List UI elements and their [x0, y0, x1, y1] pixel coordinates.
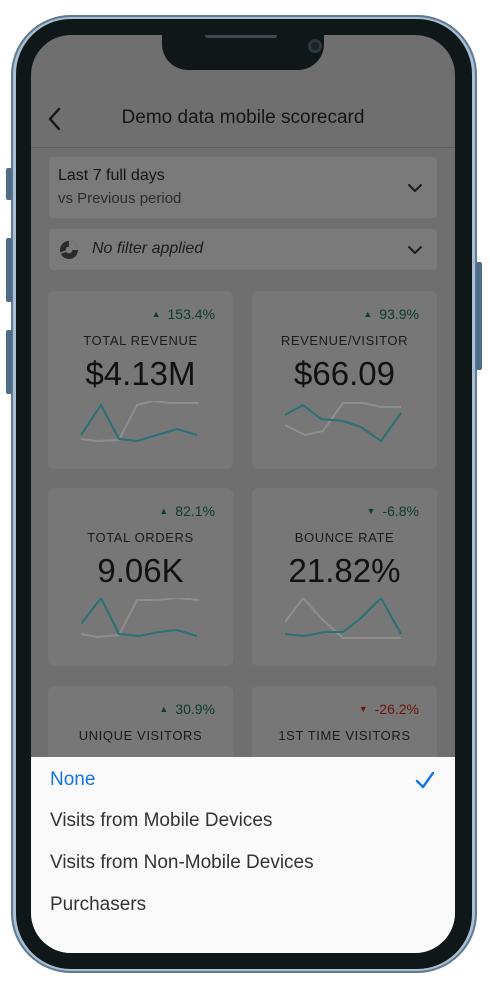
sparkline	[285, 402, 402, 443]
arrow-down-icon: ▼	[366, 506, 376, 516]
metric-card-revenue-per-visitor[interactable]: ▲ 93.9% REVENUE/VISITOR $66.09	[252, 291, 437, 469]
arrow-down-icon: ▼	[358, 704, 368, 714]
arrow-up-icon: ▲	[159, 506, 169, 516]
side-button-silent	[6, 168, 12, 200]
checkmark-icon	[415, 771, 435, 789]
arrow-up-icon: ▲	[363, 309, 373, 319]
metric-delta: ▼ -26.2%	[359, 701, 419, 717]
segment-filter-dropdown[interactable]: No filter applied	[49, 229, 437, 270]
sparkline	[81, 598, 200, 639]
metric-value: $66.09	[294, 355, 395, 392]
segment-option-purchasers[interactable]: Purchasers	[50, 894, 146, 916]
metric-delta: ▲ 153.4%	[152, 306, 215, 322]
segment-filter-label: No filter applied	[92, 240, 204, 257]
metric-label: UNIQUE VISITORS	[78, 728, 203, 743]
app-screen: Demo data mobile scorecard Last 7 full d…	[31, 35, 455, 953]
side-button-power	[476, 262, 482, 370]
metric-label: TOTAL ORDERS	[87, 530, 194, 545]
date-range-label: Last 7 full days	[58, 167, 165, 184]
metric-delta-value: 30.9%	[175, 701, 215, 717]
arrow-up-icon: ▲	[151, 309, 161, 319]
metric-label: 1ST TIME VISITORS	[278, 728, 411, 743]
metric-delta: ▲ 93.9%	[363, 306, 419, 322]
date-range-dropdown[interactable]: Last 7 full days vs Previous period	[49, 157, 437, 218]
metric-label: TOTAL REVENUE	[83, 333, 198, 348]
app-header: Demo data mobile scorecard	[31, 95, 455, 148]
arrow-up-icon: ▲	[159, 704, 169, 714]
metric-value: 9.06K	[97, 552, 184, 589]
metric-delta-value: 153.4%	[167, 306, 215, 322]
metric-value: $4.13M	[85, 355, 196, 392]
chevron-down-icon	[408, 246, 422, 254]
camera	[308, 39, 322, 53]
metric-value: 21.82%	[288, 552, 401, 589]
segment-picker-sheet: None Visits from Mobile Devices Visits f…	[31, 757, 455, 953]
notch	[162, 35, 324, 70]
comparison-label: vs Previous period	[58, 190, 182, 207]
side-button-volume-up	[6, 238, 12, 302]
chevron-down-icon	[408, 184, 422, 192]
metric-delta: ▲ 30.9%	[159, 701, 215, 717]
metric-delta-value: 93.9%	[379, 306, 419, 322]
sparkline	[285, 598, 402, 639]
segment-icon	[60, 241, 78, 259]
page-title: Demo data mobile scorecard	[121, 107, 365, 128]
metric-delta: ▲ 82.1%	[159, 503, 215, 519]
metric-delta-value: -26.2%	[374, 701, 419, 717]
metric-label: BOUNCE RATE	[294, 530, 395, 545]
segment-option-mobile-devices[interactable]: Visits from Mobile Devices	[50, 810, 272, 832]
speaker	[205, 35, 277, 38]
segment-option-none[interactable]: None	[50, 769, 95, 791]
segment-option-non-mobile-devices[interactable]: Visits from Non-Mobile Devices	[50, 852, 314, 874]
metric-card-total-revenue[interactable]: ▲ 153.4% TOTAL REVENUE $4.13M	[48, 291, 233, 469]
metric-delta-value: -6.8%	[382, 503, 419, 519]
metric-card-bounce-rate[interactable]: ▼ -6.8% BOUNCE RATE 21.82%	[252, 488, 437, 666]
metric-delta: ▼ -6.8%	[367, 503, 420, 519]
metric-label: REVENUE/VISITOR	[280, 333, 409, 348]
sparkline	[81, 401, 199, 443]
side-button-volume-down	[6, 330, 12, 394]
metric-delta-value: 82.1%	[175, 503, 215, 519]
metric-card-total-orders[interactable]: ▲ 82.1% TOTAL ORDERS 9.06K	[48, 488, 233, 666]
